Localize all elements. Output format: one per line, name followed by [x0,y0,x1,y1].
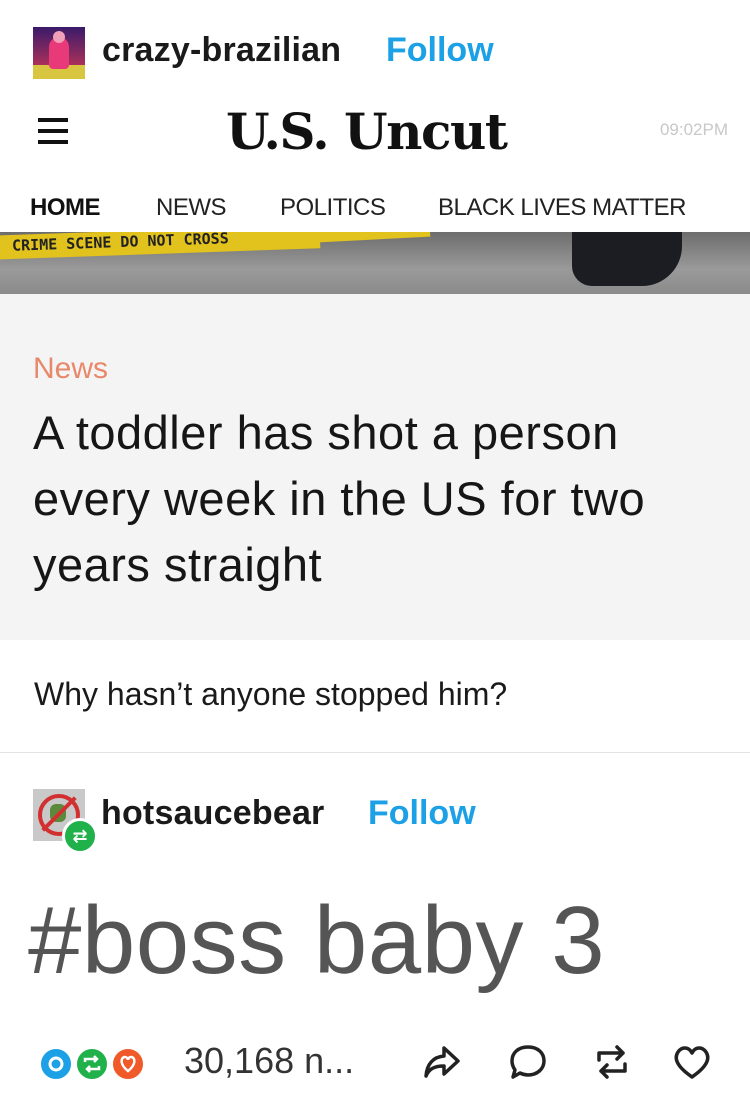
site-logo: U.S. Uncut [226,102,508,161]
post-footer: 30,168 n... [0,1036,750,1092]
reblog-follow-button[interactable]: Follow [368,794,476,833]
divider [0,752,750,753]
nav-politics: POLITICS [280,194,386,221]
article-category: News [33,352,109,385]
comment-icon[interactable] [506,1040,550,1084]
post-header: crazy-brazilian Follow [0,22,750,82]
reblog-header: ⇄ hotsaucebear Follow [0,786,750,854]
nav-home: HOME [30,194,101,221]
article-time: 09:02PM [659,120,728,139]
site-header: U.S. Uncut 09:02PM [0,96,750,180]
share-icon[interactable] [420,1040,464,1084]
like-icon[interactable] [670,1040,714,1084]
crazy-brazilian-avatar[interactable] [33,27,85,79]
follow-button[interactable]: Follow [386,31,494,70]
hashtag[interactable]: #boss baby 3 [28,886,750,996]
reblog-bubble-icon [74,1046,110,1082]
comment-bubble-icon [38,1046,74,1082]
article-screenshot: U.S. Uncut 09:02PM HOME NEWS POLITICS BL… [0,96,750,640]
hero-image: CRIME SCENE DO NOT CROSS [0,232,750,294]
article-title: A toddler has shot a person every week i… [33,406,646,591]
shoe-image [572,232,682,286]
reblog-action-icon[interactable] [590,1040,634,1084]
article-body: News A toddler has shot a person every w… [0,294,750,640]
reblog-username[interactable]: hotsaucebear [101,794,324,833]
hamburger-menu-icon [38,118,68,144]
nav-news: NEWS [156,194,227,221]
nav-black-lives-matter: BLACK LIVES MATTER [438,194,686,221]
reblog-icon: ⇄ [62,818,98,854]
like-bubble-icon [110,1046,146,1082]
post-caption: Why hasn’t anyone stopped him? [34,676,508,712]
site-nav: HOME NEWS POLITICS BLACK LIVES MATTER [0,180,750,232]
post-username[interactable]: crazy-brazilian [102,31,341,70]
notes-count[interactable]: 30,168 n... [184,1040,354,1082]
